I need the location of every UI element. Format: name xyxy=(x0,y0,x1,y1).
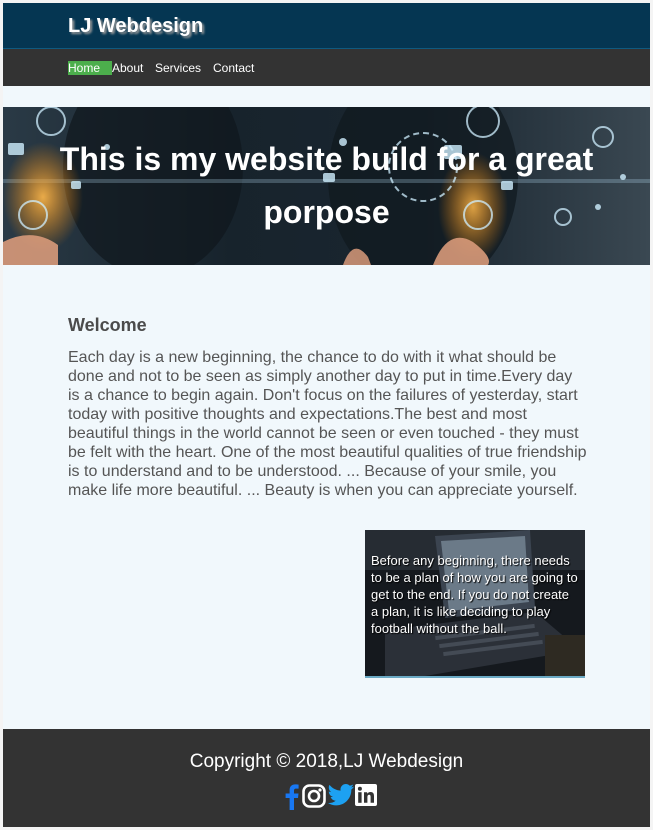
card-caption: Before any beginning, there needs to be … xyxy=(371,553,578,636)
twitter-icon[interactable] xyxy=(328,784,354,806)
social-links xyxy=(281,784,381,810)
laptop-image-card: Before any beginning, there needs to be … xyxy=(365,530,585,678)
welcome-paragraph: Each day is a new beginning, the chance … xyxy=(68,349,587,499)
main-nav: Home About Services Contact xyxy=(3,49,650,86)
welcome-heading: Welcome xyxy=(68,315,147,335)
site-footer: Copyright © 2018,LJ Webdesign xyxy=(3,729,650,827)
facebook-icon[interactable] xyxy=(285,784,299,810)
linkedin-icon[interactable] xyxy=(355,784,377,806)
hero-title: This is my website build for a great por… xyxy=(59,141,594,230)
nav-home[interactable]: Home xyxy=(68,61,113,75)
nav-about[interactable]: About xyxy=(112,61,143,75)
hero-banner: This is my website build for a great por… xyxy=(3,107,650,265)
nav-services[interactable]: Services xyxy=(155,61,201,75)
site-header: LJ Webdesign xyxy=(3,3,650,49)
copyright-text: Copyright © 2018,LJ Webdesign xyxy=(189,751,464,772)
nav-contact[interactable]: Contact xyxy=(213,61,254,75)
site-brand[interactable]: LJ Webdesign xyxy=(68,15,203,38)
page: LJ Webdesign Home About Services Contact xyxy=(3,3,650,827)
instagram-icon[interactable] xyxy=(302,784,326,808)
